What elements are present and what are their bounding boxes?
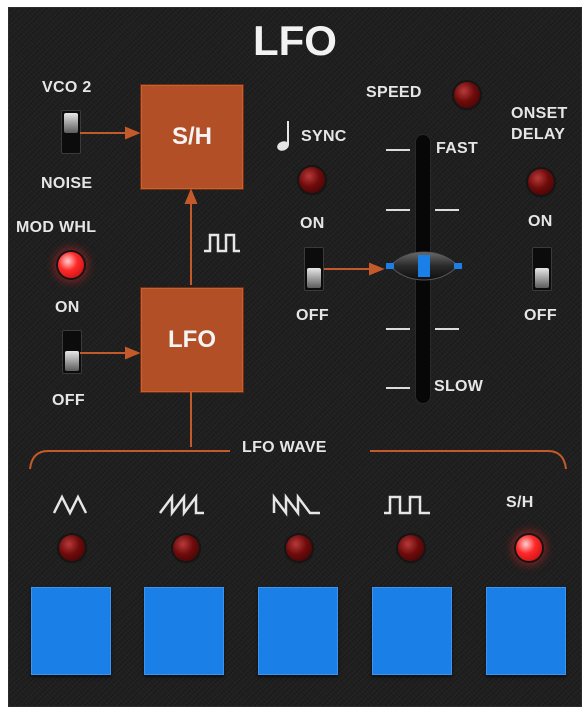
triangle-wave-icon (52, 494, 88, 516)
wave-led-sample-hold (516, 535, 542, 561)
speed-slow-label: SLOW (434, 378, 484, 395)
speed-slider-knob[interactable] (386, 248, 462, 284)
speed-led (454, 82, 480, 108)
slider-tick (435, 328, 459, 330)
wave-button-saw-up[interactable] (144, 587, 224, 675)
wave-led-saw-up (173, 535, 199, 561)
wave-button-sample-hold[interactable] (486, 587, 566, 675)
music-note-icon (277, 121, 289, 151)
speed-fast-label: FAST (436, 140, 479, 157)
onset-delay-led (528, 169, 554, 195)
square-wave-icon (384, 495, 430, 515)
onset-delay-label-line1: ONSET (511, 105, 568, 122)
lfo-panel: LFO VCO 2 NOISE S/H LFO MOD WHL ON OFF S… (8, 7, 582, 707)
wave-led-triangle (59, 535, 85, 561)
sync-off-label: OFF (296, 307, 329, 324)
sync-on-label: ON (300, 215, 325, 232)
sample-hold-label: S/H (506, 494, 534, 511)
onset-delay-off-label: OFF (524, 307, 557, 324)
toggle-lever (535, 268, 549, 288)
sawtooth-up-wave-icon (159, 493, 204, 517)
toggle-lever (307, 268, 321, 288)
onset-delay-label-line2: DELAY (511, 126, 566, 143)
sawtooth-down-wave-icon (272, 493, 320, 517)
slider-tick (386, 328, 410, 330)
wave-button-square[interactable] (372, 587, 452, 675)
wave-led-square (398, 535, 424, 561)
onset-delay-on-label: ON (528, 213, 553, 230)
wave-button-triangle[interactable] (31, 587, 111, 675)
onset-delay-toggle-switch[interactable] (532, 247, 552, 291)
speed-label: SPEED (366, 84, 422, 101)
lfo-wave-label: LFO WAVE (242, 439, 327, 456)
sync-toggle-switch[interactable] (304, 247, 324, 291)
slider-tick (386, 209, 410, 211)
slider-tick (386, 387, 410, 389)
slider-tick (435, 209, 459, 211)
sync-label: SYNC (301, 128, 347, 145)
slider-tick (386, 149, 410, 151)
wave-button-saw-down[interactable] (258, 587, 338, 675)
wave-led-saw-down (286, 535, 312, 561)
sync-led (299, 167, 325, 193)
